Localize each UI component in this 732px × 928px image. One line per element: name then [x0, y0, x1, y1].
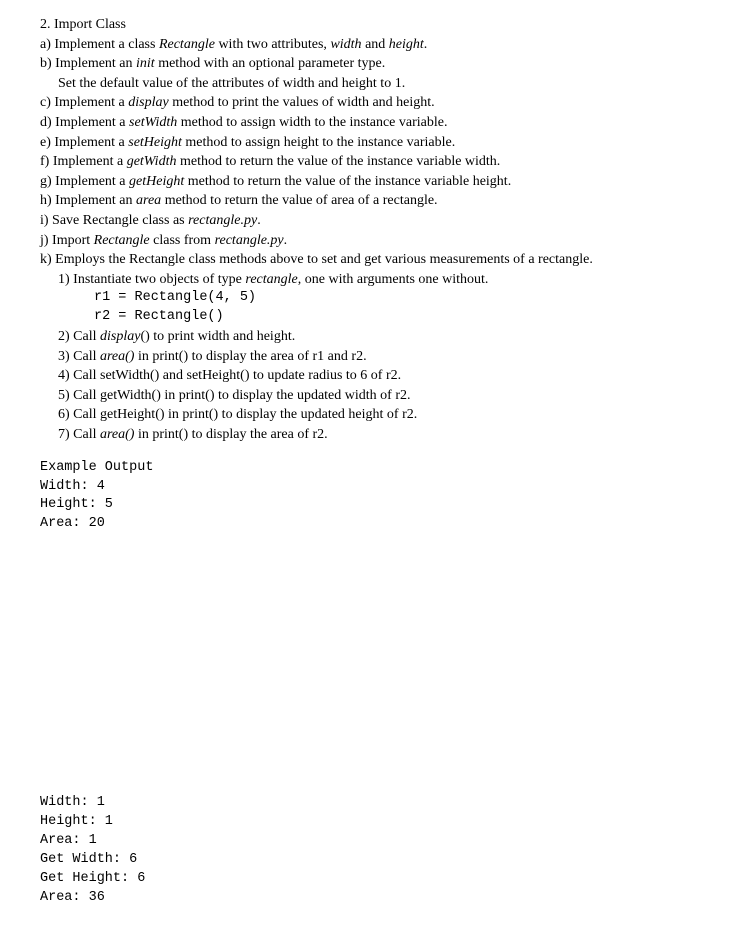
em: rectangle.py [215, 233, 284, 248]
text: and [362, 37, 389, 52]
output-line: Get Width: 6 [40, 851, 692, 870]
em: Rectangle [94, 233, 150, 248]
text: a) Implement a class [40, 37, 159, 52]
item-j: j) Import Rectangle class from rectangle… [40, 231, 692, 251]
item-f: f) Implement a getWidth method to return… [40, 152, 692, 172]
text: 2) Call [58, 329, 100, 344]
item-d: d) Implement a setWidth method to assign… [40, 113, 692, 133]
text: c) Implement a [40, 95, 128, 110]
code-line: r2 = Rectangle() [40, 308, 692, 327]
em: rectangle.py [188, 213, 257, 228]
text: 3) Call [58, 349, 100, 364]
text: in print() to display the area of r1 and… [134, 349, 366, 364]
text: g) Implement a [40, 174, 129, 189]
text: class from [150, 233, 215, 248]
text: method to return the value of area of a … [161, 193, 437, 208]
text: i) Save Rectangle class as [40, 213, 188, 228]
output-line: Area: 1 [40, 832, 692, 851]
code-line: r1 = Rectangle(4, 5) [40, 289, 692, 308]
item-i: i) Save Rectangle class as rectangle.py. [40, 211, 692, 231]
output-line: Area: 36 [40, 889, 692, 908]
item-g: g) Implement a getHeight method to retur… [40, 172, 692, 192]
text: method to assign height to the instance … [182, 135, 455, 150]
item-a: a) Implement a class Rectangle with two … [40, 35, 692, 55]
text: method to assign width to the instance v… [177, 115, 447, 130]
item-e: e) Implement a setHeight method to assig… [40, 133, 692, 153]
text: h) Implement an [40, 193, 136, 208]
em: Rectangle [159, 37, 215, 52]
item-k1: 1) Instantiate two objects of type recta… [40, 270, 692, 290]
em: height [389, 37, 424, 52]
text: e) Implement a [40, 135, 128, 150]
item-k4: 4) Call setWidth() and setHeight() to up… [40, 366, 692, 386]
item-k: k) Employs the Rectangle class methods a… [40, 250, 692, 270]
text: b) Implement an [40, 56, 136, 71]
question-title: 2. Import Class [40, 15, 692, 35]
output-line: Height: 5 [40, 496, 692, 515]
item-b: b) Implement an init method with an opti… [40, 54, 692, 74]
output-line: Width: 4 [40, 478, 692, 497]
item-b-sub: Set the default value of the attributes … [40, 74, 692, 94]
example-output-heading: Example Output [40, 459, 692, 478]
text: d) Implement a [40, 115, 129, 130]
item-k7: 7) Call area() in print() to display the… [40, 425, 692, 445]
text: f) Implement a [40, 154, 127, 169]
text: with two attributes, [215, 37, 331, 52]
em: width [330, 37, 361, 52]
em: getWidth [127, 154, 177, 169]
text: j) Import [40, 233, 94, 248]
text: in print() to display the area of r2. [134, 427, 327, 442]
em: display [128, 95, 168, 110]
output-line: Get Height: 6 [40, 870, 692, 889]
em: init [136, 56, 155, 71]
text: 1) Instantiate two objects of type [58, 272, 245, 287]
item-k6: 6) Call getHeight() in print() to displa… [40, 405, 692, 425]
text: . [257, 213, 261, 228]
text: method to print the values of width and … [169, 95, 435, 110]
item-k3: 3) Call area() in print() to display the… [40, 347, 692, 367]
text: . [424, 37, 428, 52]
text: method to return the value of the instan… [184, 174, 511, 189]
text: 7) Call [58, 427, 100, 442]
em: area() [100, 349, 134, 364]
item-k5: 5) Call getWidth() in print() to display… [40, 386, 692, 406]
em: rectangle [245, 272, 297, 287]
em: setWidth [129, 115, 177, 130]
em: getHeight [129, 174, 184, 189]
output-line: Height: 1 [40, 813, 692, 832]
text: . [284, 233, 288, 248]
em: setHeight [128, 135, 182, 150]
em: area() [100, 427, 134, 442]
em: display [100, 329, 140, 344]
text: method to return the value of the instan… [176, 154, 500, 169]
output-line: Area: 20 [40, 515, 692, 534]
item-h: h) Implement an area method to return th… [40, 191, 692, 211]
item-c: c) Implement a display method to print t… [40, 93, 692, 113]
item-k2: 2) Call display() to print width and hei… [40, 327, 692, 347]
text: , one with arguments one without. [298, 272, 489, 287]
text: method with an optional parameter type. [155, 56, 386, 71]
output-line: Width: 1 [40, 794, 692, 813]
text: () to print width and height. [140, 329, 295, 344]
em: area [136, 193, 161, 208]
